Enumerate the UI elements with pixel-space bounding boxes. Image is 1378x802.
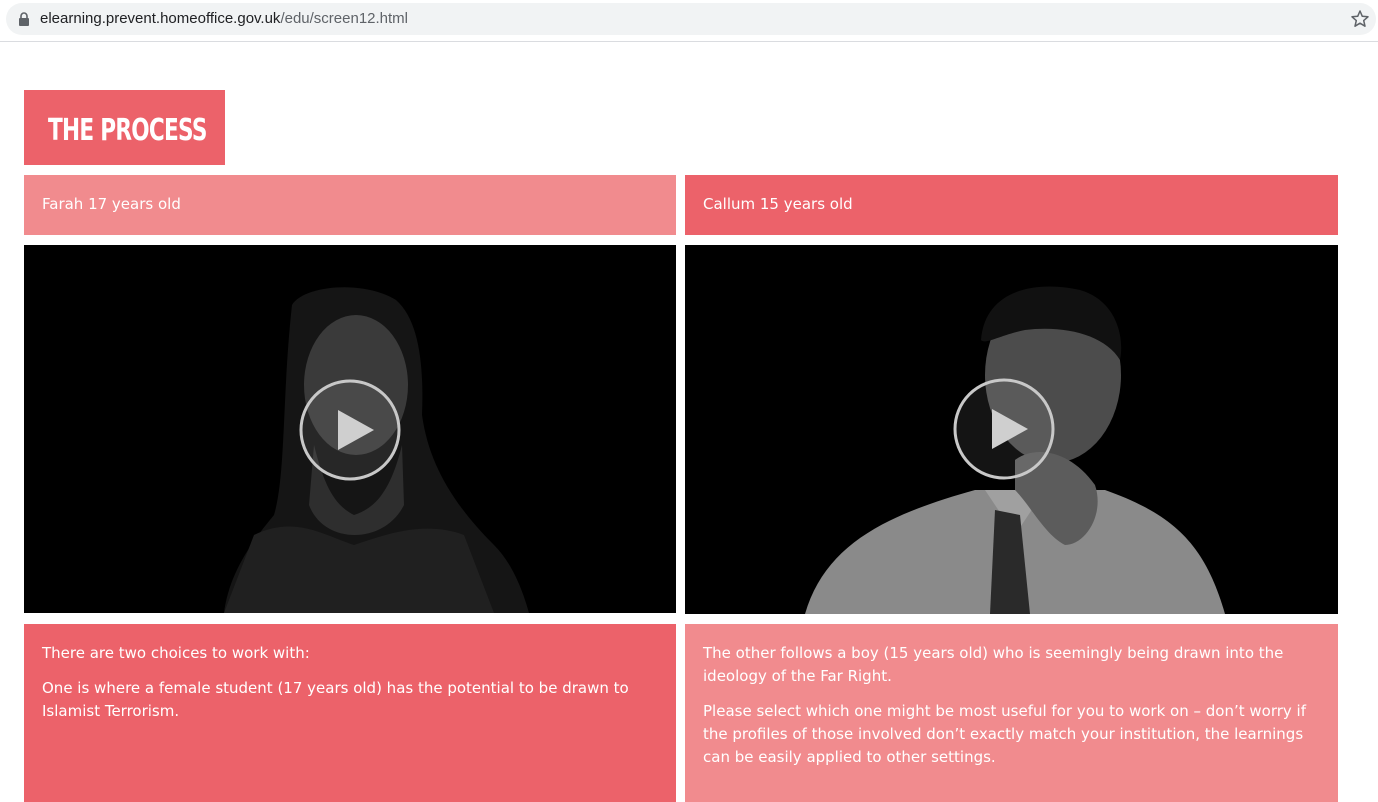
- play-icon[interactable]: [952, 377, 1056, 481]
- callum-paragraph: Please select which one might be most us…: [703, 702, 1306, 766]
- farah-heading-tab[interactable]: Farah 17 years old: [24, 175, 676, 235]
- page-title: THE PROCESS: [48, 113, 207, 148]
- callum-video-player[interactable]: [685, 245, 1338, 614]
- callum-paragraph: The other follows a boy (15 years old) w…: [703, 644, 1284, 685]
- url-path: /edu/screen12.html: [280, 10, 409, 27]
- farah-heading-label: Farah 17 years old: [42, 195, 181, 213]
- url-host: elearning.prevent.homeoffice.gov.uk: [40, 10, 281, 27]
- farah-paragraph: One is where a female student (17 years …: [42, 679, 629, 720]
- callum-heading-tab[interactable]: Callum 15 years old: [685, 175, 1338, 235]
- toolbar-divider: [0, 41, 1378, 42]
- url-text: elearning.prevent.homeoffice.gov.uk/edu/…: [40, 10, 408, 27]
- farah-video-player[interactable]: [24, 245, 676, 613]
- address-bar[interactable]: elearning.prevent.homeoffice.gov.uk/edu/…: [6, 3, 1376, 35]
- star-icon[interactable]: [1350, 9, 1370, 29]
- lock-icon: [19, 12, 29, 26]
- callum-description: The other follows a boy (15 years old) w…: [685, 624, 1338, 802]
- page-title-box: THE PROCESS: [24, 90, 225, 165]
- callum-heading-label: Callum 15 years old: [703, 195, 853, 213]
- farah-description: There are two choices to work with: One …: [24, 624, 676, 802]
- farah-paragraph: There are two choices to work with:: [42, 644, 310, 662]
- play-icon[interactable]: [298, 378, 402, 482]
